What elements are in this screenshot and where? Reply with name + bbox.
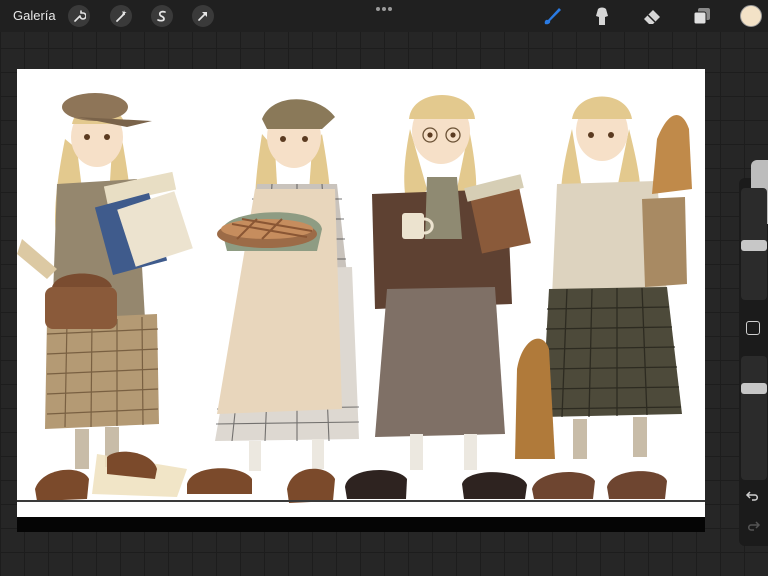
figure-girl-glasses bbox=[345, 95, 531, 499]
actions-more-icon[interactable] bbox=[376, 7, 392, 11]
opacity-slider[interactable] bbox=[741, 356, 767, 480]
brush-size-slider-thumb[interactable] bbox=[741, 240, 767, 251]
magic-wand-icon[interactable] bbox=[110, 5, 132, 27]
layers-icon[interactable] bbox=[690, 4, 714, 28]
opacity-slider-thumb[interactable] bbox=[741, 383, 767, 394]
figure-girl-bread bbox=[515, 96, 692, 499]
artwork-illustration bbox=[17, 93, 692, 503]
eraser-icon[interactable] bbox=[640, 4, 664, 28]
selection-s-icon[interactable] bbox=[151, 5, 173, 27]
canvas-bottom-strip bbox=[17, 517, 705, 532]
modify-square-button[interactable] bbox=[746, 321, 760, 335]
redo-icon[interactable] bbox=[745, 518, 761, 534]
top-toolbar: Galería bbox=[0, 0, 768, 32]
smudge-icon[interactable] bbox=[590, 4, 614, 28]
color-picker-button[interactable] bbox=[740, 5, 762, 27]
ground-line bbox=[17, 500, 705, 502]
gallery-button[interactable]: Galería bbox=[13, 8, 56, 23]
transform-arrow-icon[interactable] bbox=[192, 5, 214, 27]
undo-icon[interactable] bbox=[745, 488, 761, 504]
figure-girl-pie bbox=[187, 99, 360, 503]
wrench-icon[interactable] bbox=[68, 5, 90, 27]
drawing-canvas[interactable] bbox=[17, 69, 705, 532]
brush-icon[interactable] bbox=[540, 4, 564, 28]
figure-girl-newsboy-cap bbox=[17, 93, 193, 501]
